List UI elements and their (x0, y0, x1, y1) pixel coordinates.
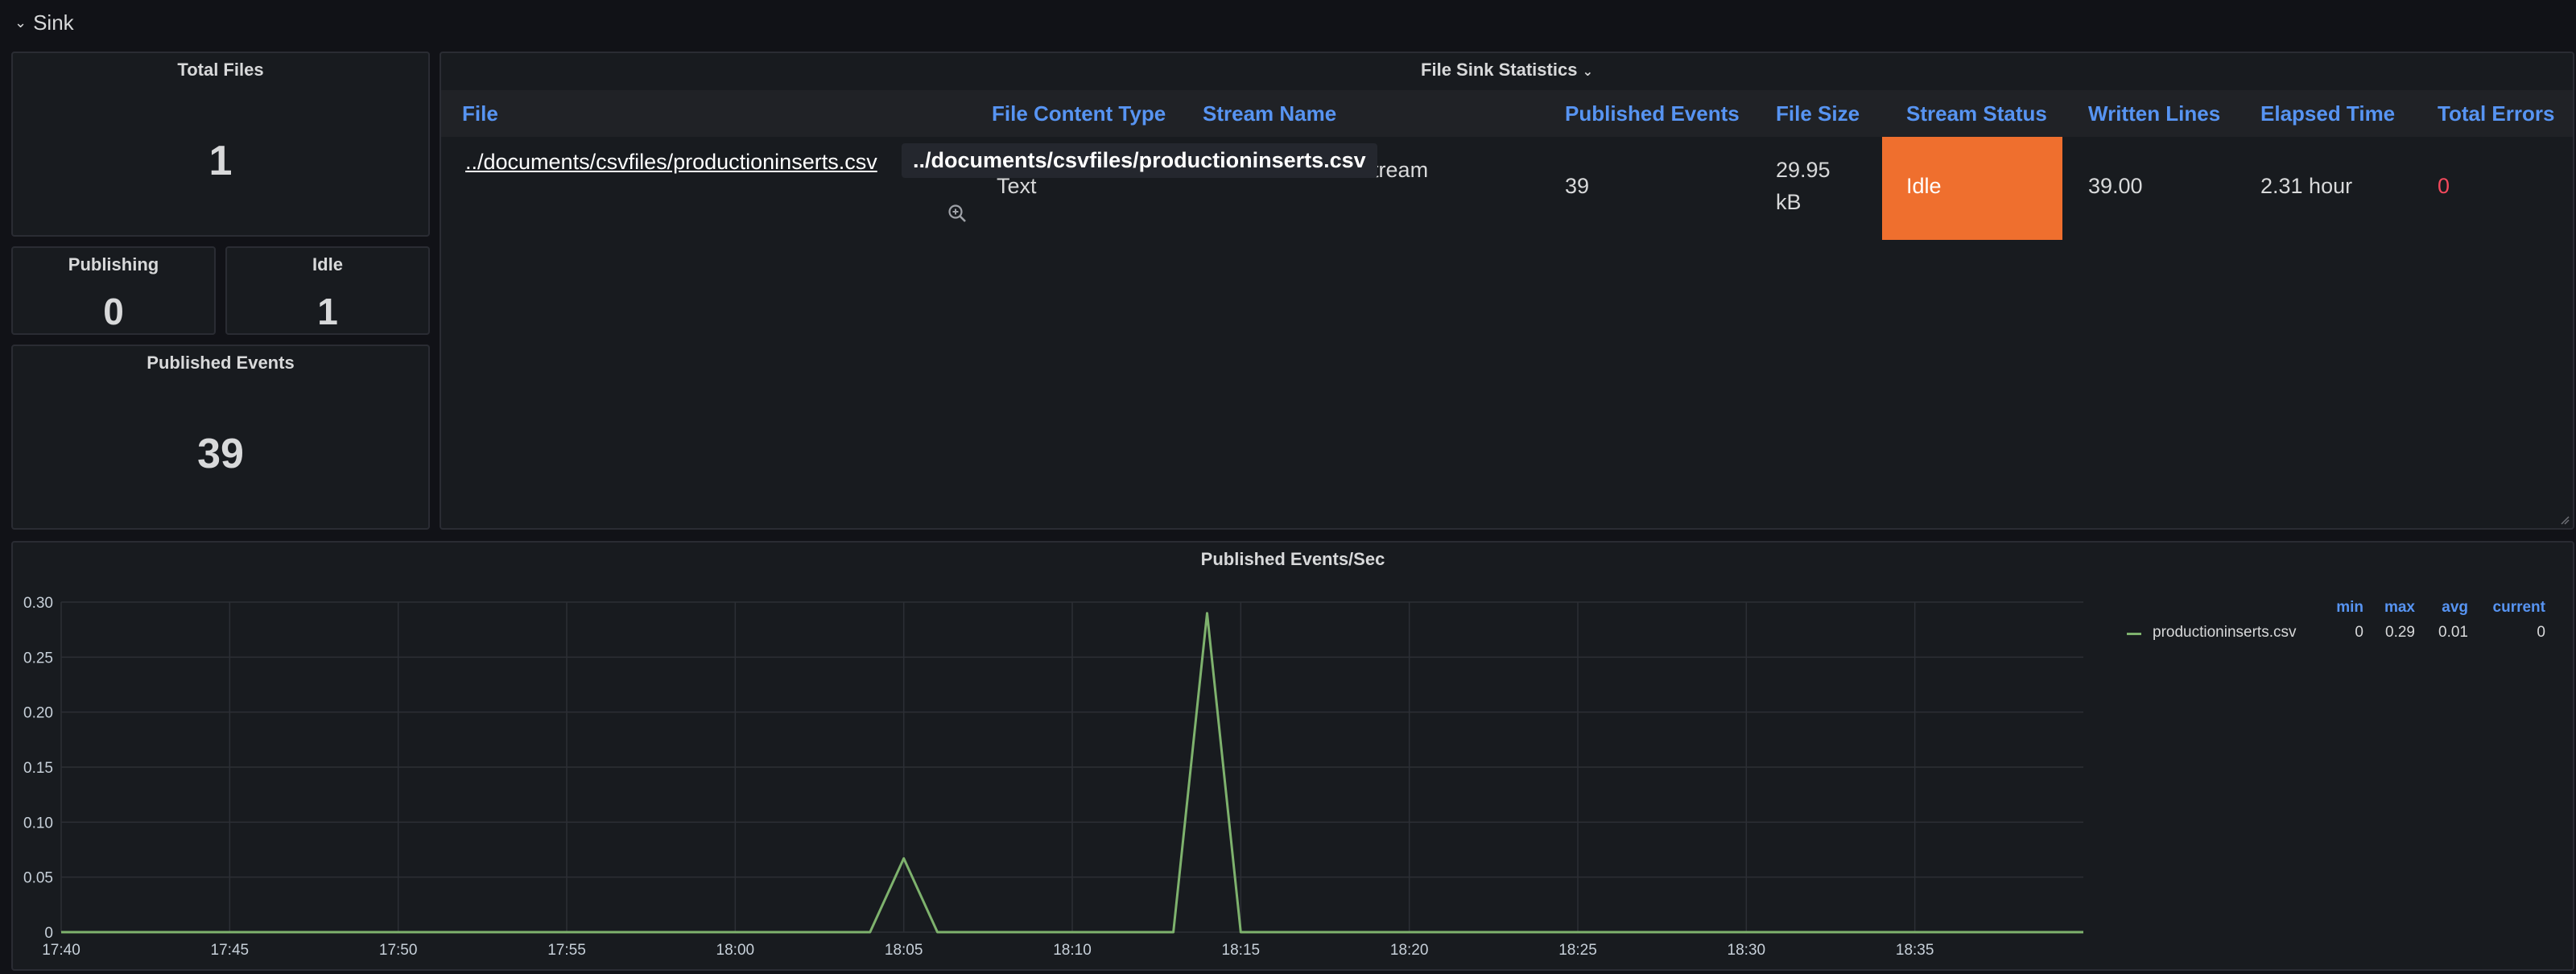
column-header-total-errors[interactable]: Total Errors (2438, 101, 2554, 126)
legend-min-value: 0 (2355, 624, 2363, 641)
panel-title: Total Files (177, 60, 264, 80)
legend-series-name[interactable]: productioninserts.csv (2153, 624, 2296, 642)
stat-value: 39 (197, 431, 244, 477)
y-tick-label: 0 (44, 925, 53, 942)
chevron-down-icon: ⌄ (1582, 65, 1593, 79)
column-header-stream-status[interactable]: Stream Status (1906, 101, 2047, 126)
x-tick-label: 18:35 (1896, 942, 1934, 959)
status-badge: Idle (1906, 174, 1942, 198)
x-tick-label: 18:00 (716, 942, 755, 959)
row-header-sink[interactable]: ⌄ Sink (14, 6, 74, 39)
chevron-down-icon: ⌄ (14, 14, 27, 31)
legend-current-value: 0 (2537, 624, 2545, 641)
x-tick-label: 18:25 (1558, 942, 1597, 959)
row-title: Sink (33, 10, 74, 35)
x-tick-label: 18:20 (1390, 942, 1429, 959)
cell-total-errors: 0 (2438, 174, 2450, 198)
column-header-written-lines[interactable]: Written Lines (2088, 101, 2220, 126)
panel-title: Publishing (68, 254, 159, 274)
y-tick-label: 0.15 (23, 760, 53, 777)
legend-header-max[interactable]: max (2367, 599, 2415, 617)
table-header: File File Content Type Stream Name Publi… (441, 90, 2573, 137)
column-header-stream-name[interactable]: Stream Name (1203, 101, 1336, 126)
legend-max-value: 0.29 (2385, 624, 2415, 641)
x-tick-label: 18:05 (885, 942, 923, 959)
idle-panel: Idle 1 (225, 246, 430, 335)
column-header-file-size[interactable]: File Size (1776, 101, 1860, 126)
x-tick-label: 18:10 (1053, 942, 1092, 959)
cell-file-size-unit: kB (1776, 190, 1802, 214)
stat-value: 1 (208, 138, 233, 184)
stat-value: 0 (103, 291, 124, 332)
stat-value: 1 (317, 291, 338, 332)
y-tick-label: 0.25 (23, 650, 53, 667)
x-tick-label: 18:15 (1222, 942, 1261, 959)
panel-title: Published Events (147, 353, 295, 373)
legend-avg-value: 0.01 (2438, 624, 2468, 641)
cell-elapsed-time: 2.31 hour (2260, 174, 2353, 198)
column-header-content-type[interactable]: File Content Type (992, 101, 1166, 126)
events-per-sec-chart: 0.30 0.25 0.20 0.15 0.10 0.05 017:40 17:45 17:50… (23, 595, 2083, 959)
total-files-panel: Total Files 1 (11, 52, 430, 237)
y-tick-label: 0.20 (23, 705, 53, 722)
legend-header-current[interactable]: current (2473, 599, 2545, 617)
file-sink-statistics-panel: File Sink Statistics ⌄ File File Content… (440, 52, 2574, 530)
x-tick-label: 17:40 (42, 942, 80, 959)
zoom-in-icon[interactable] (947, 203, 968, 224)
panel-title[interactable]: File Sink Statistics ⌄ (441, 60, 2573, 80)
cell-written-lines: 39.00 (2088, 174, 2143, 198)
column-header-published-events[interactable]: Published Events (1565, 101, 1740, 126)
x-tick-label: 17:55 (547, 942, 586, 959)
publishing-panel: Publishing 0 (11, 246, 216, 335)
cell-published-events: 39 (1565, 174, 1590, 198)
y-tick-label: 0.30 (23, 595, 53, 612)
cell-stream-status: Idle (1882, 137, 2062, 240)
published-events-graph-panel: Published Events/Sec 0.30 0.25 0.20 0.15 0.1… (11, 541, 2574, 971)
table-title: File Sink Statistics (1421, 60, 1578, 80)
x-tick-label: 17:45 (211, 942, 250, 959)
y-tick-label: 0.10 (23, 815, 53, 832)
column-header-file[interactable]: File (462, 101, 498, 126)
legend-header-avg[interactable]: avg (2420, 599, 2468, 617)
y-tick-label: 0.05 (23, 870, 53, 887)
x-tick-label: 17:50 (379, 942, 418, 959)
cell-file-size-value: 29.95 (1776, 158, 1831, 182)
legend-header-min[interactable]: min (2323, 599, 2363, 617)
panel-title: Idle (312, 254, 343, 274)
column-header-elapsed-time[interactable]: Elapsed Time (2260, 101, 2395, 126)
file-tooltip: ../documents/csvfiles/productioninserts.… (902, 143, 1377, 178)
published-events-panel: Published Events 39 (11, 345, 430, 530)
resize-handle-icon[interactable] (2560, 515, 2570, 525)
series-color-swatch[interactable] (2127, 633, 2141, 635)
cell-file-link[interactable]: ../documents/csvfiles/productioninserts.… (465, 150, 877, 175)
x-tick-label: 18:30 (1728, 942, 1766, 959)
